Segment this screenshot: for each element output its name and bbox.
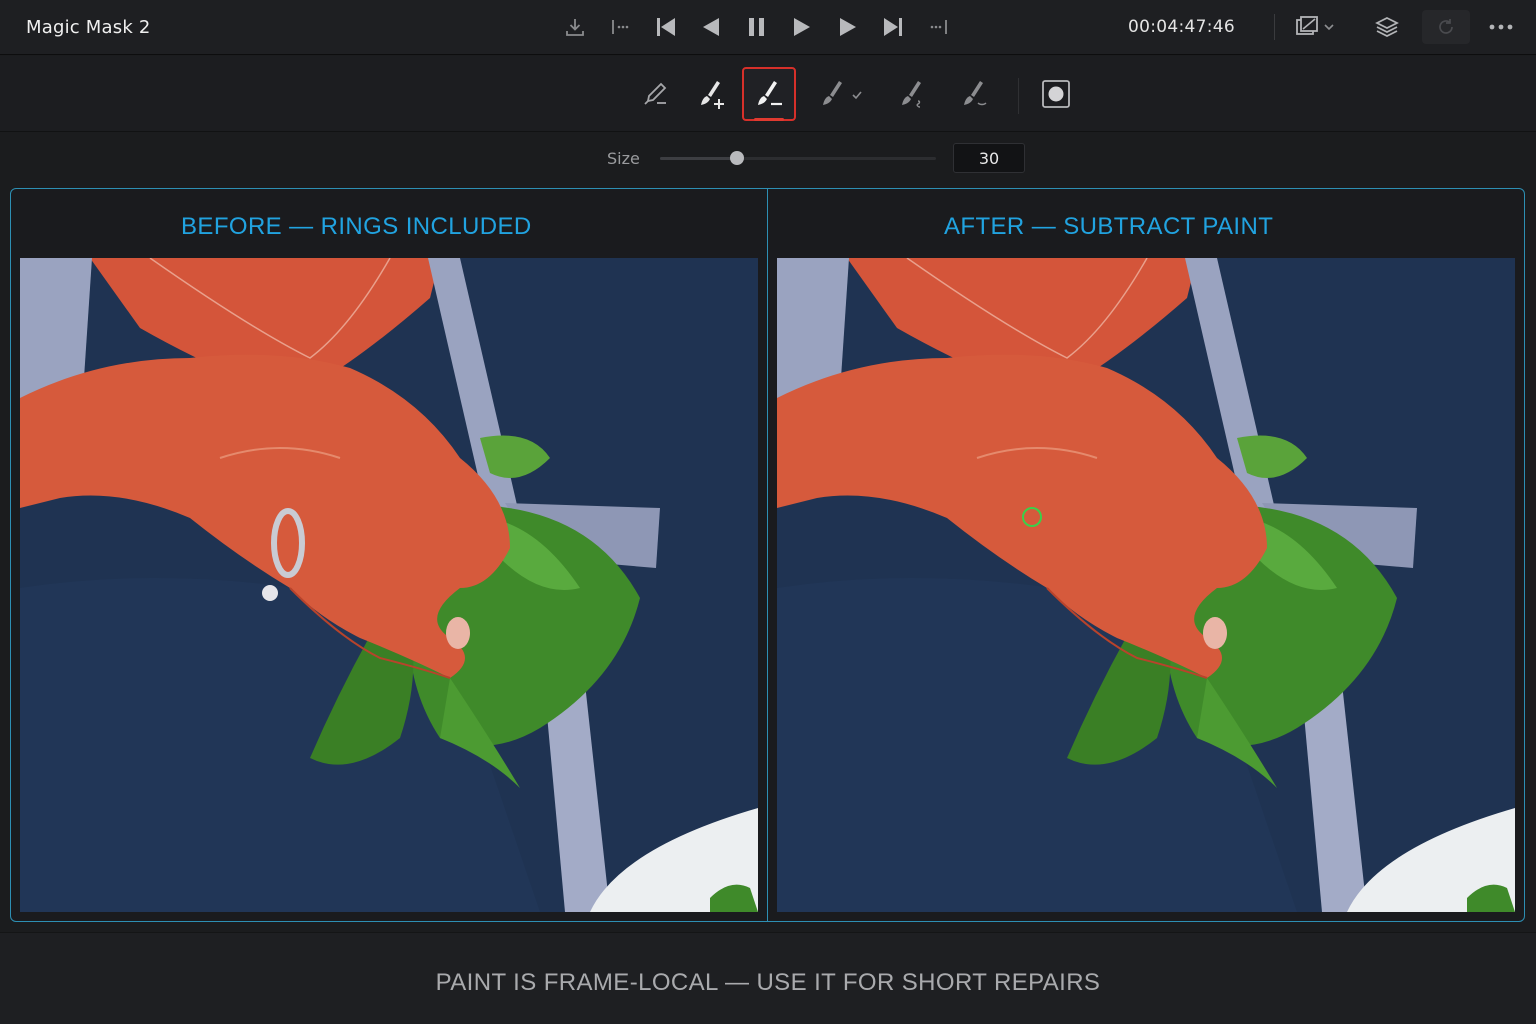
play-forward-button[interactable] <box>825 10 871 44</box>
compare-viewer: BEFORE — RINGS INCLUDED AFTER — SUBTRACT… <box>10 188 1525 922</box>
after-frame <box>777 258 1515 912</box>
go-to-out-icon <box>930 20 947 34</box>
top-bar: Magic Mask 2 00:04:47:46 <box>0 0 1536 55</box>
skip-back-icon <box>656 18 675 36</box>
before-panel-title: BEFORE — RINGS INCLUDED <box>181 213 532 240</box>
split-divider[interactable] <box>767 189 768 921</box>
toolbar-divider <box>1274 14 1275 40</box>
size-slider-fill <box>660 157 738 160</box>
compare-icon <box>1296 16 1318 35</box>
pause-icon <box>748 18 764 36</box>
brush-check-icon <box>823 81 862 105</box>
more-icon <box>1489 24 1513 30</box>
go-to-in-icon <box>612 20 629 34</box>
play-icon <box>839 18 856 36</box>
loop-button[interactable] <box>1422 10 1470 44</box>
play-reverse-button[interactable] <box>689 10 735 44</box>
mask-overlay-toggle[interactable] <box>1029 67 1083 121</box>
eyedropper-icon <box>644 82 667 105</box>
go-to-end-button[interactable] <box>871 10 917 44</box>
paint-soft-tool[interactable] <box>886 67 940 121</box>
layers-button[interactable] <box>1370 12 1404 42</box>
timecode[interactable]: 00:04:47:46 <box>1128 17 1235 37</box>
eyedropper-subtract-tool[interactable] <box>628 67 682 121</box>
go-to-out-button[interactable] <box>916 10 962 44</box>
brush-soft-icon <box>902 81 921 108</box>
pause-button[interactable] <box>734 10 780 44</box>
paint-add-tool[interactable] <box>685 67 739 121</box>
mask-tools-toolbar <box>0 56 1536 132</box>
play-icon <box>794 18 811 36</box>
after-panel-title: AFTER — SUBTRACT PAINT <box>944 213 1274 240</box>
footer-caption: PAINT IS FRAME-LOCAL — USE IT FOR SHORT … <box>435 969 1101 996</box>
paint-accept-tool[interactable] <box>810 67 874 121</box>
go-to-in-button[interactable] <box>598 10 644 44</box>
layers-icon <box>1375 17 1399 37</box>
size-slider[interactable] <box>660 151 936 165</box>
toolbar-divider <box>1018 78 1019 114</box>
mask-overlay-icon <box>1042 80 1070 108</box>
download-icon <box>565 19 584 36</box>
app-title: Magic Mask 2 <box>26 17 151 38</box>
play-reverse-icon <box>703 18 720 36</box>
size-slider-thumb[interactable] <box>730 151 745 165</box>
transport-controls <box>552 10 962 44</box>
more-options-button[interactable] <box>1486 12 1516 42</box>
refresh-icon <box>1439 19 1453 34</box>
brush-erase-icon <box>964 81 987 106</box>
viewer-mode-dropdown[interactable] <box>1287 12 1343 42</box>
brush-add-icon <box>701 81 724 109</box>
brush-subtract-icon <box>758 81 782 106</box>
paint-subtract-tool[interactable] <box>742 67 796 121</box>
brush-size-row: Size <box>0 133 1536 188</box>
paint-erase-tool[interactable] <box>948 67 1002 121</box>
size-label: Size <box>607 149 640 168</box>
before-frame <box>20 258 758 912</box>
download-button[interactable] <box>552 10 598 44</box>
size-input[interactable] <box>953 143 1025 173</box>
after-image <box>777 258 1515 912</box>
play-button[interactable] <box>780 10 826 44</box>
skip-forward-icon <box>884 18 903 36</box>
before-image <box>20 258 758 912</box>
footer-caption-bar: PAINT IS FRAME-LOCAL — USE IT FOR SHORT … <box>0 932 1536 1024</box>
chevron-down-icon <box>1324 24 1334 31</box>
go-to-start-button[interactable] <box>643 10 689 44</box>
